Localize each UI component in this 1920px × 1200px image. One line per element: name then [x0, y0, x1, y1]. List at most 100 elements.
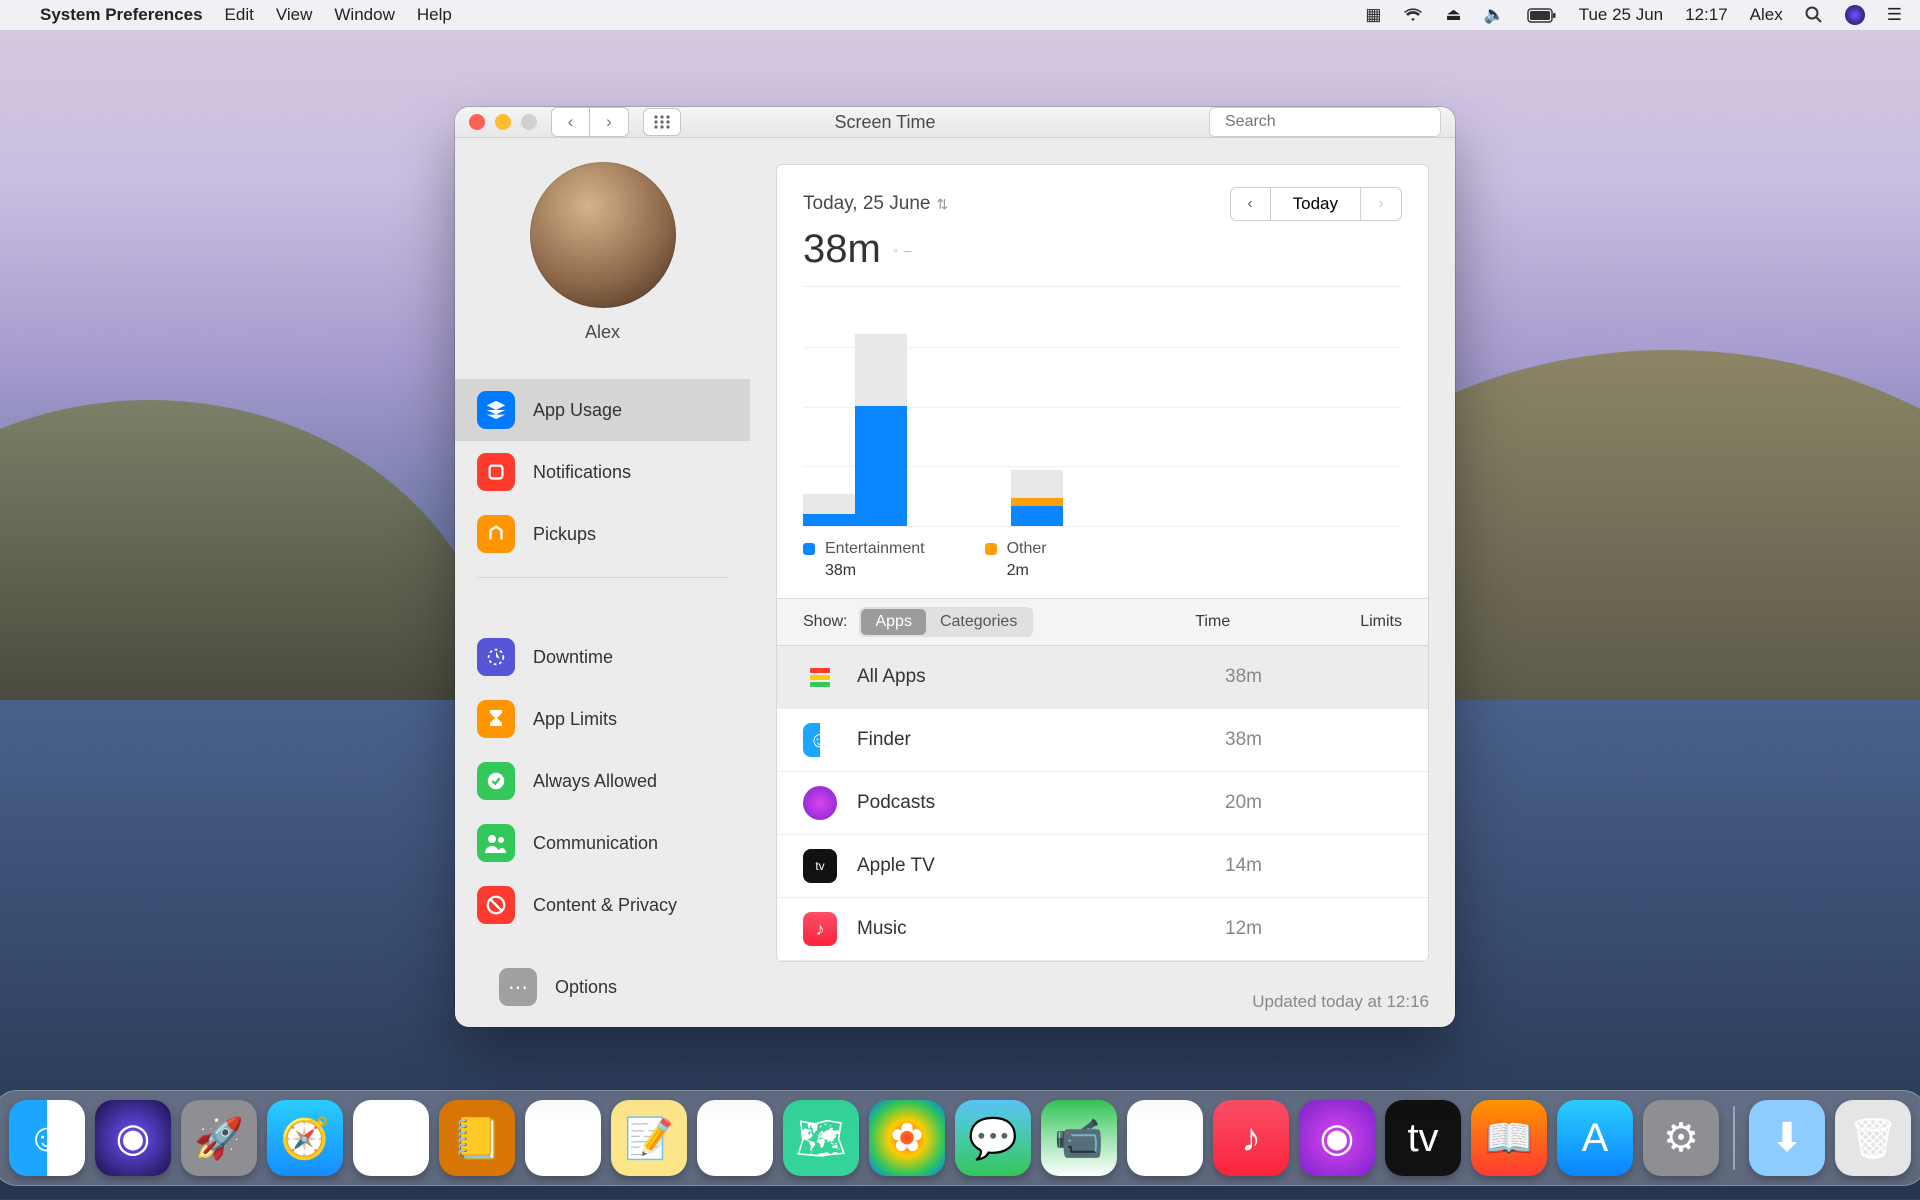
app-time: 20m	[1225, 792, 1262, 814]
app-time: 38m	[1225, 729, 1262, 751]
menubar-panel-icon[interactable]: ▦	[1365, 5, 1381, 25]
sidebar-item-label: App Limits	[533, 709, 617, 730]
bar-hour-02	[907, 287, 959, 526]
today-button[interactable]: Today	[1271, 188, 1361, 220]
menu-edit[interactable]: Edit	[225, 5, 254, 25]
app-name: Podcasts	[857, 792, 935, 814]
sidebar-item-downtime[interactable]: Downtime	[455, 626, 750, 688]
search-field[interactable]	[1209, 107, 1441, 137]
dock-contacts[interactable]: 📒	[439, 1100, 515, 1176]
sidebar-item-label: Pickups	[533, 524, 596, 545]
search-icon	[1218, 115, 1219, 130]
dock-podcasts[interactable]: ◉	[1299, 1100, 1375, 1176]
nosign-icon	[477, 886, 515, 924]
minimize-button[interactable]	[495, 114, 511, 130]
dock-siri[interactable]: ◉	[95, 1100, 171, 1176]
sidebar: Alex App Usage Notifications Pickups Downt…	[455, 138, 750, 1027]
app-name: Music	[857, 918, 907, 940]
app-list: All Apps38m☺Finder38mPodcasts20mtvApple …	[777, 646, 1428, 961]
total-time-label: 38m	[803, 227, 881, 272]
app-name: Apple TV	[857, 855, 935, 877]
zoom-button[interactable]	[521, 114, 537, 130]
dock-notes[interactable]: 📝	[611, 1100, 687, 1176]
legend-value: 38m	[825, 562, 925, 580]
bar-hour-04	[1011, 287, 1063, 526]
dock-trash[interactable]: 🗑	[1835, 1100, 1911, 1176]
legend-value: 2m	[1007, 562, 1047, 580]
menu-help[interactable]: Help	[417, 5, 452, 25]
wifi-icon[interactable]	[1403, 8, 1423, 23]
show-option-apps[interactable]: Apps	[861, 609, 925, 635]
app-row[interactable]: All Apps38m	[777, 646, 1428, 709]
dock: ☺◉🚀🧭✉︎📒25📝☑︎🗺✿💬📹N♪◉tv📖A⚙︎⬇︎🗑	[0, 1090, 1920, 1186]
legend-swatch	[985, 543, 997, 555]
app-icon: tv	[803, 849, 837, 883]
notification-center-icon[interactable]: ☰	[1887, 5, 1902, 25]
hourglass-icon	[477, 700, 515, 738]
user-avatar[interactable]	[530, 162, 676, 308]
dock-mail[interactable]: ✉︎	[353, 1100, 429, 1176]
dock-calendar[interactable]: 25	[525, 1100, 601, 1176]
dock-books[interactable]: 📖	[1471, 1100, 1547, 1176]
eject-icon[interactable]: ⏏	[1445, 5, 1461, 25]
show-option-categories[interactable]: Categories	[926, 609, 1031, 635]
app-row[interactable]: ♪Music12m	[777, 898, 1428, 961]
dock-finder[interactable]: ☺	[9, 1100, 85, 1176]
sidebar-item-pickups[interactable]: Pickups	[455, 503, 750, 565]
close-button[interactable]	[469, 114, 485, 130]
bar-hour-00	[803, 287, 855, 526]
battery-icon[interactable]	[1527, 8, 1557, 23]
app-name: All Apps	[857, 666, 926, 688]
next-day-button[interactable]: ›	[1361, 188, 1401, 220]
menu-window[interactable]: Window	[334, 5, 394, 25]
dock-app-store[interactable]: A	[1557, 1100, 1633, 1176]
dock-safari[interactable]: 🧭	[267, 1100, 343, 1176]
dock-music[interactable]: ♪	[1213, 1100, 1289, 1176]
dock-launchpad[interactable]: 🚀	[181, 1100, 257, 1176]
column-time: Time	[1195, 613, 1230, 631]
screen-time-window: ‹ › Screen Time Alex App UsageNotificati…	[455, 107, 1455, 1027]
sidebar-item-label: App Usage	[533, 400, 622, 421]
app-icon	[803, 660, 837, 694]
table-header: Show: Apps Categories Time Limits	[777, 598, 1428, 646]
dock-messages[interactable]: 💬	[955, 1100, 1031, 1176]
dock-reminders[interactable]: ☑︎	[697, 1100, 773, 1176]
bar-hour-07	[1167, 287, 1219, 526]
siri-icon[interactable]	[1845, 5, 1865, 25]
dock-downloads[interactable]: ⬇︎	[1749, 1100, 1825, 1176]
app-menu[interactable]: System Preferences	[40, 5, 203, 25]
menubar-time[interactable]: 12:17	[1685, 5, 1728, 25]
dock-maps[interactable]: 🗺	[783, 1100, 859, 1176]
volume-icon[interactable]: 🔈	[1484, 5, 1505, 25]
sidebar-item-content-privacy[interactable]: Content & Privacy	[455, 874, 750, 936]
dock-system-preferences[interactable]: ⚙︎	[1643, 1100, 1719, 1176]
menubar-date[interactable]: Tue 25 Jun	[1579, 5, 1663, 25]
app-row[interactable]: tvApple TV14m	[777, 835, 1428, 898]
user-name-label: Alex	[455, 322, 750, 343]
spotlight-icon[interactable]	[1805, 6, 1823, 24]
dock-news[interactable]: N	[1127, 1100, 1203, 1176]
dock-photos[interactable]: ✿	[869, 1100, 945, 1176]
bar-hour-12	[1427, 287, 1455, 526]
app-icon: ☺	[803, 723, 837, 757]
sidebar-item-notifications[interactable]: Notifications	[455, 441, 750, 503]
sidebar-item-app-limits[interactable]: App Limits	[455, 688, 750, 750]
menubar-user[interactable]: Alex	[1750, 5, 1783, 25]
search-input[interactable]	[1225, 113, 1432, 131]
app-row[interactable]: Podcasts 20m	[777, 772, 1428, 835]
prev-day-button[interactable]: ‹	[1231, 188, 1271, 220]
sidebar-item-always-allowed[interactable]: Always Allowed	[455, 750, 750, 812]
people-icon	[477, 824, 515, 862]
delta-label: ◦ –	[893, 242, 913, 258]
sidebar-item-options[interactable]: ⋯ Options	[477, 956, 728, 1018]
sidebar-divider	[477, 577, 728, 578]
sidebar-item-communication[interactable]: Communication	[455, 812, 750, 874]
date-picker[interactable]: Today, 25 June ⇅	[803, 193, 948, 215]
dock-tv[interactable]: tv	[1385, 1100, 1461, 1176]
sidebar-item-app-usage[interactable]: App Usage	[455, 379, 750, 441]
dock-facetime[interactable]: 📹	[1041, 1100, 1117, 1176]
show-segmented-control[interactable]: Apps Categories	[859, 607, 1033, 637]
menu-view[interactable]: View	[276, 5, 313, 25]
app-row[interactable]: ☺Finder38m	[777, 709, 1428, 772]
pickup-icon	[477, 515, 515, 553]
